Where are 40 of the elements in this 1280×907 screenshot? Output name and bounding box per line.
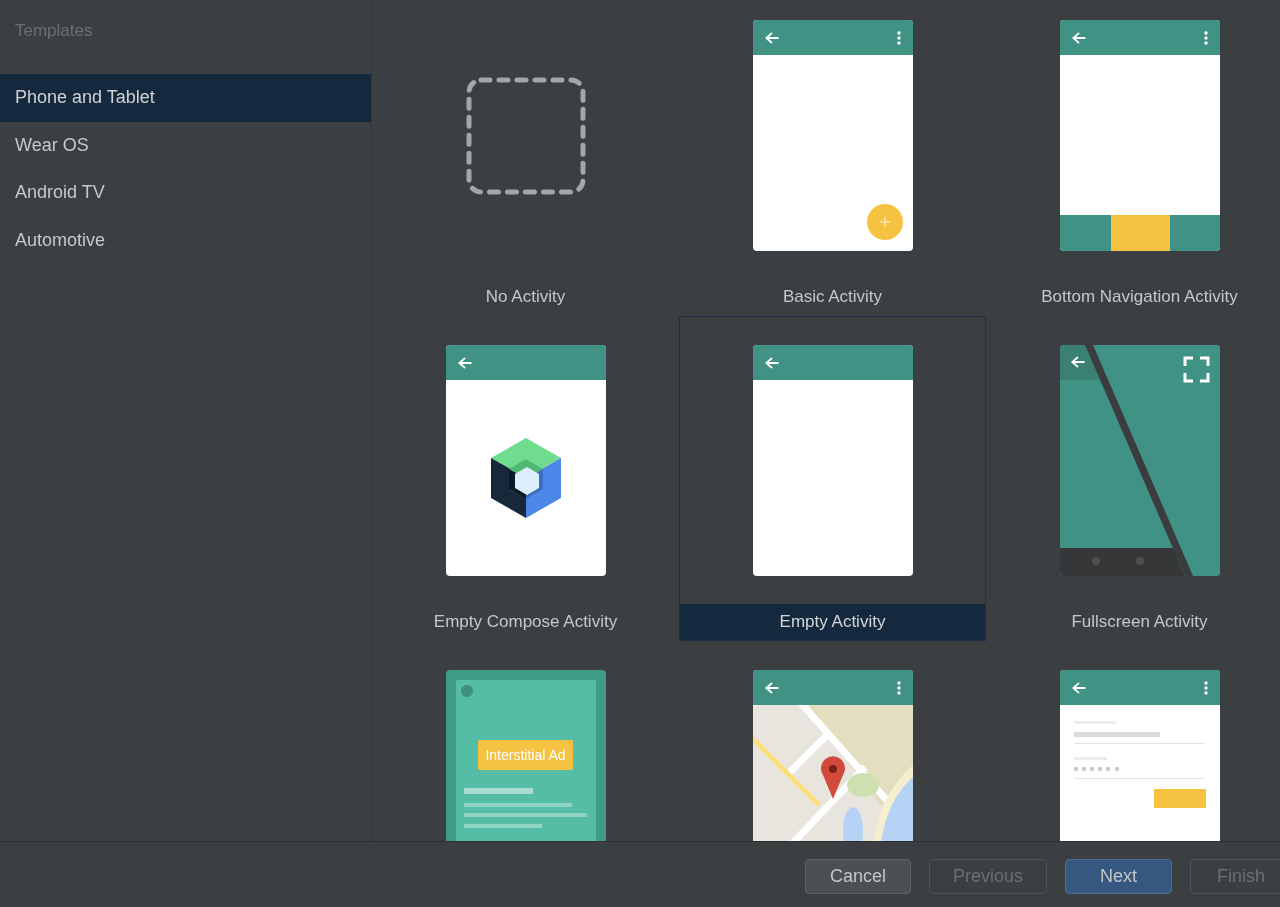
template-tile[interactable]: Basic Activity <box>679 0 986 316</box>
fab-plus-icon <box>866 204 903 240</box>
template-name: Fullscreen Activity <box>1071 612 1208 632</box>
fullscreen-icon <box>1183 356 1209 383</box>
back-arrow-icon <box>764 31 779 44</box>
sidebar-item[interactable]: Wear OS <box>0 121 371 169</box>
more-icon <box>896 30 901 45</box>
back-arrow-icon <box>457 356 472 369</box>
template-name: Bottom Navigation Activity <box>1041 287 1238 307</box>
ad-label: Interstitial Ad <box>478 740 573 770</box>
nav-dot-icon <box>1135 557 1144 565</box>
more-icon <box>1203 680 1208 695</box>
nav-dot-icon <box>1091 557 1100 565</box>
sidebar-item[interactable]: Automotive <box>0 216 371 264</box>
hexagon-logo-icon <box>489 437 562 519</box>
template-tile[interactable]: Bottom Navigation Activity <box>986 0 1280 316</box>
sidebar-item[interactable]: Phone and Tablet <box>0 74 371 122</box>
back-arrow-icon <box>1070 356 1085 368</box>
template-tile[interactable]: Empty Activity <box>679 316 986 641</box>
sidebar-item[interactable]: Android TV <box>0 169 371 217</box>
dot-icon <box>460 685 473 697</box>
template-tile[interactable]: No Activity <box>372 0 679 316</box>
back-arrow-icon <box>1071 31 1086 44</box>
template-name: Empty Activity <box>779 612 886 632</box>
more-icon <box>896 680 901 695</box>
template-tile[interactable]: Empty Compose Activity <box>372 316 679 641</box>
next-button[interactable]: Next <box>1065 859 1172 894</box>
template-name: No Activity <box>485 287 566 307</box>
cancel-button[interactable]: Cancel <box>805 859 911 894</box>
back-arrow-icon <box>1071 681 1086 694</box>
back-arrow-icon <box>764 356 779 369</box>
template-name: Basic Activity <box>782 287 883 307</box>
dashed-square-icon <box>465 76 586 195</box>
app-bar <box>1059 345 1100 380</box>
map-pin-icon <box>820 756 845 799</box>
back-arrow-icon <box>764 681 779 694</box>
template-name: Empty Compose Activity <box>433 612 618 632</box>
selected-nav-tab <box>1110 215 1170 251</box>
more-icon <box>1203 30 1208 45</box>
template-tile[interactable]: Fullscreen Activity <box>986 316 1280 641</box>
